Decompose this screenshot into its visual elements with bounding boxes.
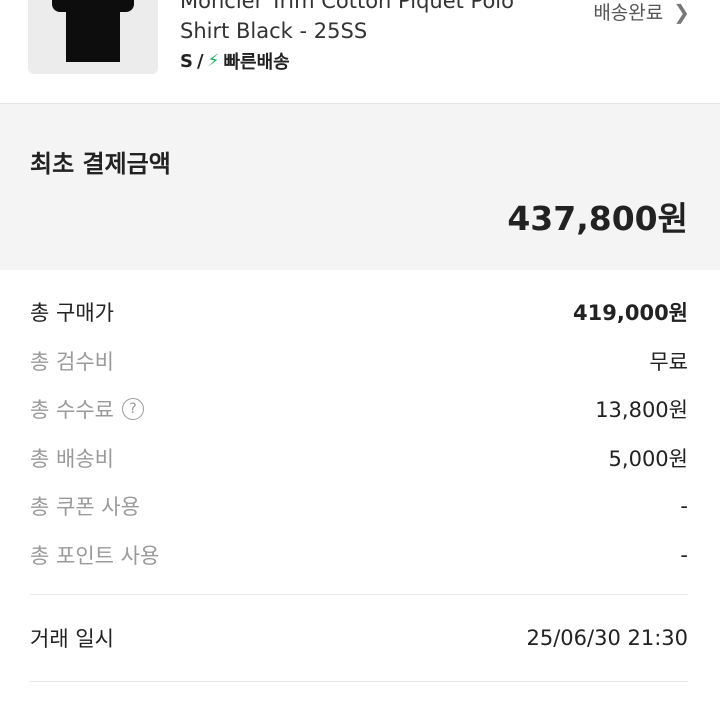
shipping-type: 빠른배송 (223, 52, 290, 73)
breakdown-value: 13,800원 (595, 398, 688, 423)
trade-datetime-label: 거래 일시 (30, 627, 114, 651)
price-breakdown: 총 구매가 419,000원 총 검수비 무료 총 수수료 ? 13,800원 … (0, 288, 720, 579)
product-name-line2: Shirt Black - 25SS (180, 19, 368, 43)
section-divider (30, 681, 688, 682)
breakdown-value: 5,000원 (608, 446, 688, 471)
payment-label: 최초 결제금액 (30, 150, 171, 178)
help-icon[interactable]: ? (121, 398, 144, 421)
product-image[interactable] (28, 0, 158, 74)
lightning-bolt-icon: ⚡ (207, 51, 220, 71)
product-size: S (180, 50, 193, 72)
breakdown-row-points: 총 포인트 사용 - (0, 531, 720, 580)
breakdown-row-purchase-price: 총 구매가 419,000원 (0, 288, 720, 337)
breakdown-value: 419,000원 (573, 301, 688, 326)
breakdown-label: 총 구매가 (30, 301, 114, 326)
breakdown-label-with-help: 총 수수료 ? (30, 394, 144, 424)
payment-summary: 최초 결제금액 437,800원 (0, 104, 720, 270)
delivery-status: 배송완료 (593, 2, 664, 24)
trade-datetime-value: 25/06/30 21:30 (526, 626, 688, 650)
breakdown-label: 총 포인트 사용 (30, 543, 160, 568)
breakdown-row-commission: 총 수수료 ? 13,800원 (0, 385, 720, 434)
trade-datetime-row: 거래 일시 25/06/30 21:30 (0, 612, 720, 664)
black-polo-shirt-image (66, 0, 120, 62)
delivery-status-link[interactable]: 배송완료 ❯ (593, 0, 690, 25)
breakdown-label: 총 배송비 (30, 446, 114, 471)
breakdown-value: - (680, 494, 688, 519)
product-name[interactable]: Moncler Trim Cotton Piquet Polo Shirt Bl… (180, 0, 560, 46)
breakdown-row-coupon: 총 쿠폰 사용 - (0, 482, 720, 531)
product-name-line1: Moncler Trim Cotton Piquet Polo (180, 0, 514, 13)
breakdown-row-inspection-fee: 총 검수비 무료 (0, 337, 720, 386)
breakdown-value: 무료 (649, 349, 688, 374)
product-summary[interactable]: Moncler Trim Cotton Piquet Polo Shirt Bl… (0, 0, 720, 103)
payment-amount: 437,800원 (507, 199, 688, 238)
breakdown-label: 총 수수료 (30, 398, 114, 423)
breakdown-value: - (680, 542, 688, 567)
chevron-right-icon: ❯ (673, 0, 690, 24)
breakdown-label: 총 검수비 (30, 349, 114, 374)
breakdown-row-shipping-fee: 총 배송비 5,000원 (0, 434, 720, 483)
product-option: S / ⚡ 빠른배송 (180, 48, 290, 74)
option-separator: / (196, 50, 204, 72)
breakdown-label: 총 쿠폰 사용 (30, 495, 140, 520)
section-divider (30, 594, 688, 595)
